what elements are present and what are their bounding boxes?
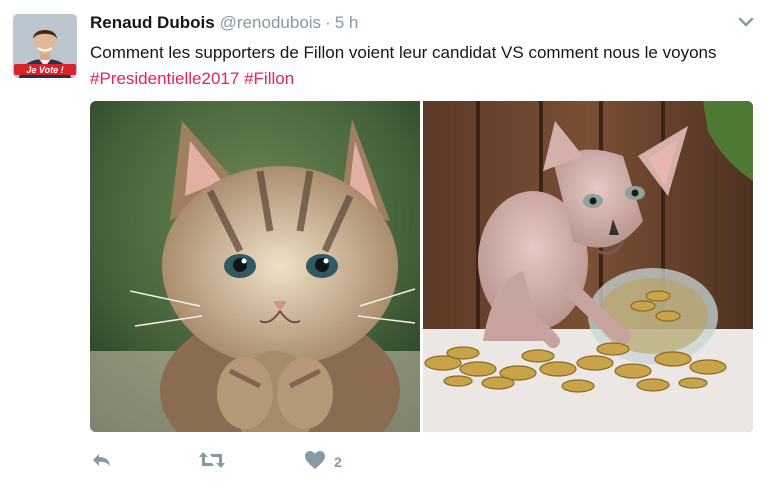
- retweet-button[interactable]: [198, 450, 226, 474]
- tweet-body-text: Comment les supporters de Fillon voient …: [90, 43, 717, 62]
- like-button[interactable]: 2: [304, 450, 342, 474]
- reply-icon: [90, 451, 112, 474]
- heart-icon: [304, 450, 326, 475]
- header-separator: ·: [325, 13, 331, 32]
- media-grid: [90, 101, 753, 432]
- photo-sphynx-cat[interactable]: [423, 101, 753, 432]
- tweet-text: Comment les supporters de Fillon voient …: [90, 40, 740, 92]
- tweet: Je Vote ! Renaud Dubois @renodubois · 5 h C…: [0, 0, 768, 484]
- reply-button[interactable]: [90, 450, 112, 474]
- avatar[interactable]: Je Vote !: [13, 14, 77, 78]
- avatar-badge-text: Je Vote !: [26, 65, 63, 75]
- photo-kitten[interactable]: [90, 101, 420, 432]
- tweet-header: Renaud Dubois @renodubois · 5 h: [90, 12, 358, 34]
- chevron-down-icon[interactable]: [736, 14, 756, 30]
- like-count: 2: [334, 454, 342, 470]
- tweet-timestamp[interactable]: 5 h: [335, 13, 359, 32]
- retweet-icon: [198, 451, 226, 474]
- hashtag-presidentielle2017[interactable]: #Presidentielle2017: [90, 69, 239, 88]
- author-name[interactable]: Renaud Dubois: [90, 13, 215, 32]
- hashtag-fillon[interactable]: #Fillon: [244, 69, 294, 88]
- author-handle[interactable]: @renodubois: [220, 13, 321, 32]
- tweet-actions: 2: [90, 450, 490, 474]
